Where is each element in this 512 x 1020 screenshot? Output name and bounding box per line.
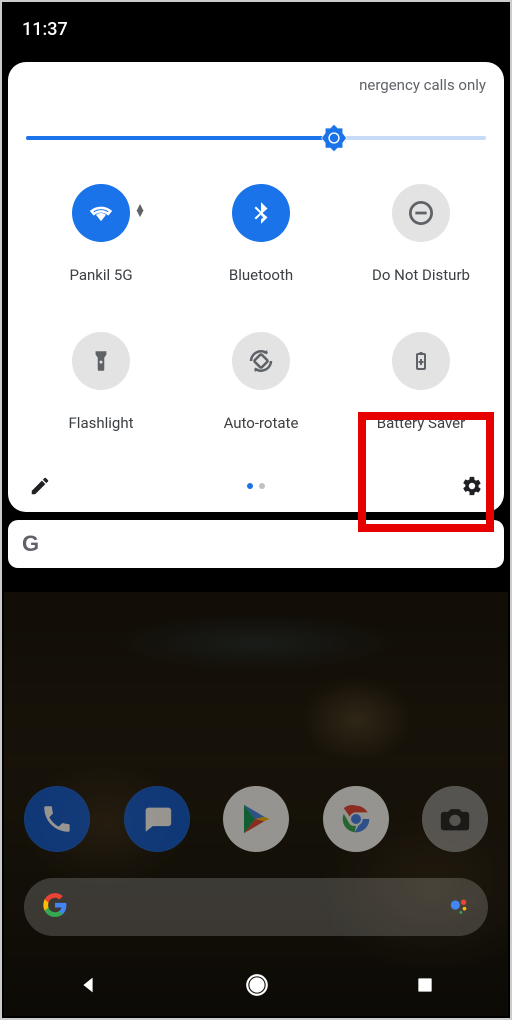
flashlight-icon[interactable]	[72, 332, 130, 390]
tile-icon-wrap: ▲▼	[72, 184, 130, 266]
tile-icon-wrap	[392, 184, 450, 266]
battery-icon[interactable]	[392, 332, 450, 390]
nav-back-button[interactable]	[77, 974, 99, 1000]
quick-settings-footer	[26, 472, 486, 500]
navigation-bar	[4, 958, 508, 1016]
quick-settings-panel: nergency calls only ▲▼Pankil 5GBluetooth…	[8, 62, 504, 512]
page-indicator	[247, 483, 265, 489]
bluetooth-icon[interactable]	[232, 184, 290, 242]
tile-label: Do Not Disturb	[372, 266, 470, 284]
dock-app-messages[interactable]	[124, 786, 190, 852]
dnd-icon[interactable]	[392, 184, 450, 242]
edit-tiles-button[interactable]	[26, 472, 54, 500]
google-g-icon: G	[22, 531, 39, 557]
tile-icon-wrap	[232, 332, 290, 414]
app-dock	[24, 786, 488, 852]
google-g-icon	[42, 892, 68, 922]
dock-app-camera[interactable]	[422, 786, 488, 852]
qs-tile-autorotate[interactable]: Auto-rotate	[186, 332, 336, 432]
tile-label: Flashlight	[69, 414, 134, 432]
chevron-expand-icon[interactable]: ▲▼	[134, 204, 146, 216]
dock-app-chrome[interactable]	[323, 786, 389, 852]
status-time: 11:37	[22, 19, 68, 40]
tile-label: Pankil 5G	[69, 266, 132, 284]
tile-label: Battery Saver	[377, 414, 465, 432]
google-search-row[interactable]: G	[8, 520, 504, 568]
qs-tile-bluetooth[interactable]: Bluetooth	[186, 184, 336, 284]
nav-recents-button[interactable]	[415, 975, 435, 999]
qs-tile-flashlight[interactable]: Flashlight	[26, 332, 176, 432]
settings-button[interactable]	[458, 472, 486, 500]
nav-home-button[interactable]	[244, 972, 270, 1002]
carrier-text: nergency calls only	[26, 76, 486, 104]
qs-tile-dnd[interactable]: Do Not Disturb	[346, 184, 496, 284]
qs-tile-battery[interactable]: Battery Saver	[346, 332, 496, 432]
quick-settings-tiles: ▲▼Pankil 5GBluetoothDo Not DisturbFlashl…	[26, 184, 486, 432]
tile-icon-wrap	[392, 332, 450, 414]
page-dot[interactable]	[259, 483, 265, 489]
tile-label: Auto-rotate	[224, 414, 299, 432]
wifi-icon[interactable]	[72, 184, 130, 242]
qs-tile-wifi[interactable]: ▲▼Pankil 5G	[26, 184, 176, 284]
home-search-bar[interactable]	[24, 878, 488, 936]
assistant-icon	[448, 894, 470, 920]
status-bar: 11:37	[2, 2, 510, 56]
autorotate-icon[interactable]	[232, 332, 290, 390]
dock-app-phone[interactable]	[24, 786, 90, 852]
dock-app-play[interactable]	[223, 786, 289, 852]
tile-label: Bluetooth	[229, 266, 293, 284]
brightness-fill	[26, 136, 334, 140]
brightness-track	[26, 136, 486, 140]
device-frame: 11:37 nergency calls only	[2, 2, 510, 1018]
page-dot[interactable]	[247, 483, 253, 489]
brightness-thumb-icon[interactable]	[319, 123, 349, 153]
tile-icon-wrap	[72, 332, 130, 414]
tile-icon-wrap	[232, 184, 290, 266]
brightness-slider[interactable]	[26, 126, 486, 150]
